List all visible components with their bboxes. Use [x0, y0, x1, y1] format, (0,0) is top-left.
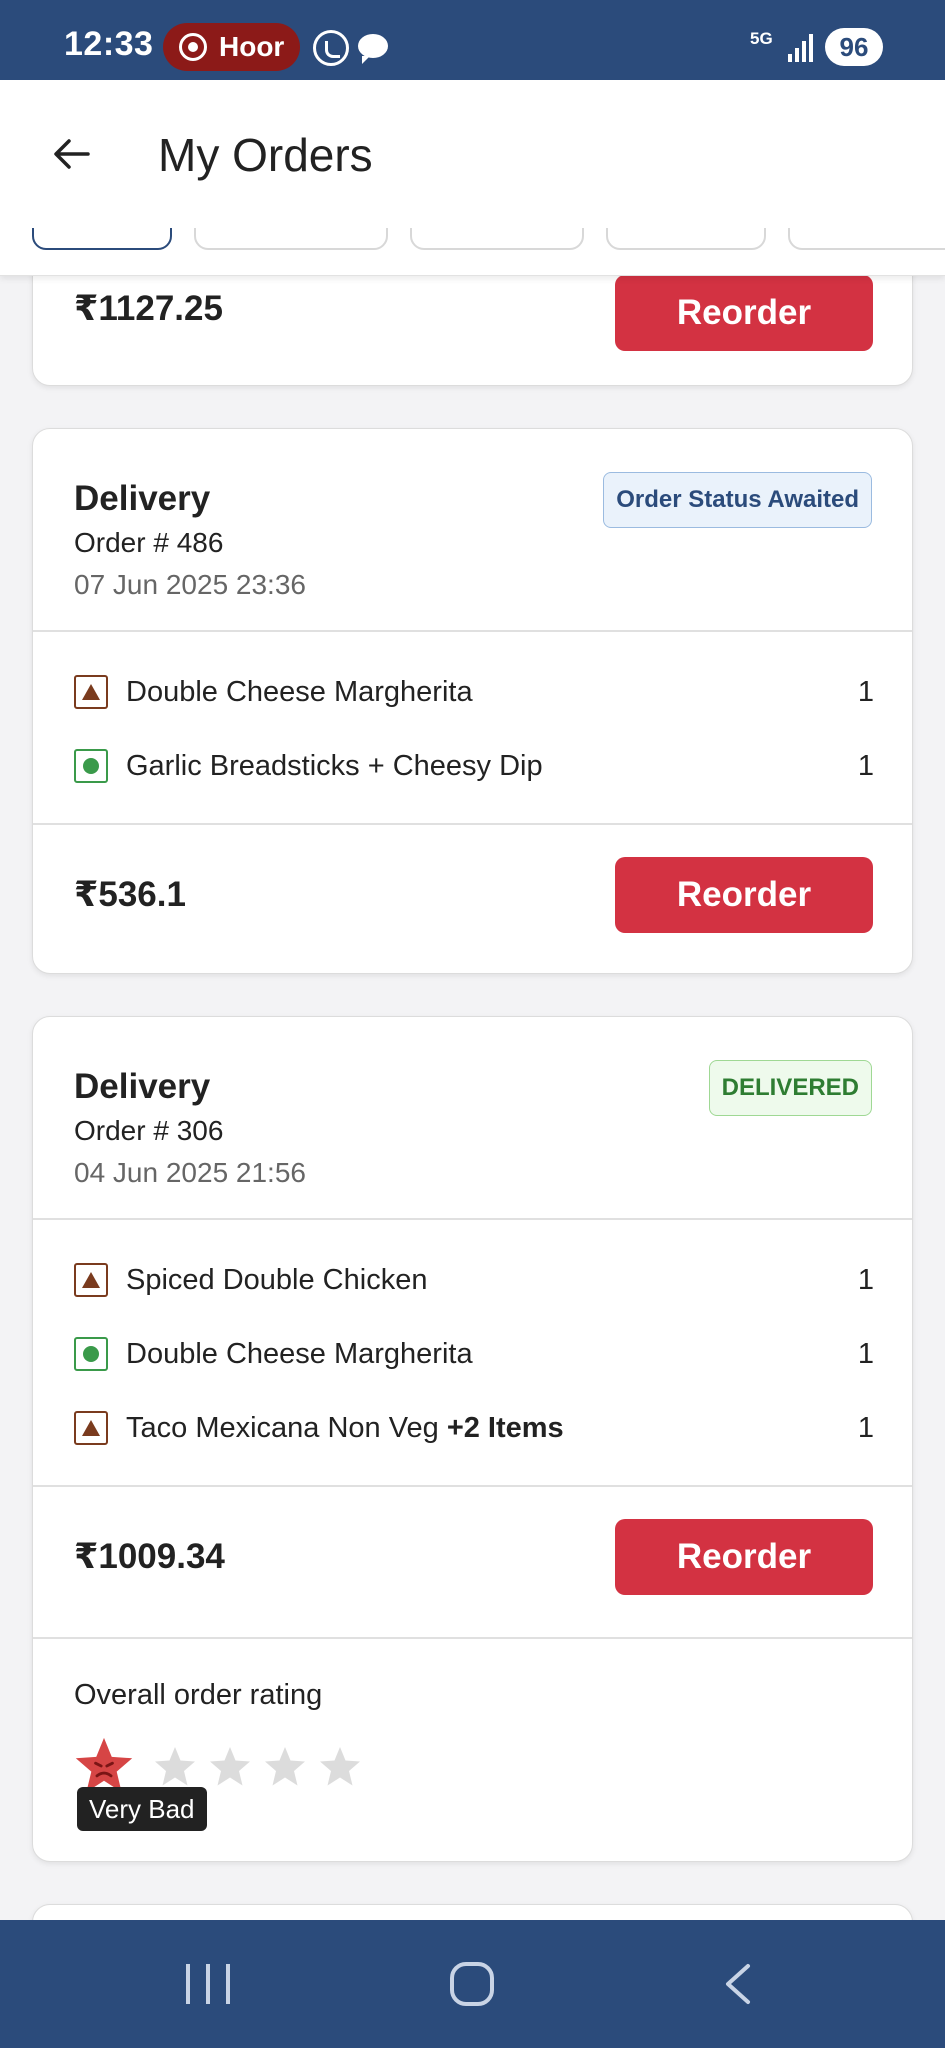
order-card: Delivery Order # 306 04 Jun 2025 21:56 D…: [32, 1016, 913, 1862]
system-nav-bar: [0, 1920, 945, 2048]
order-item: Double Cheese Margherita 1: [74, 672, 874, 712]
record-icon: [179, 33, 207, 61]
star-empty-icon[interactable]: [153, 1745, 197, 1789]
more-items-label[interactable]: +2 Items: [447, 1412, 564, 1444]
divider: [33, 1485, 912, 1487]
reorder-button[interactable]: Reorder: [615, 275, 873, 351]
chat-bubble-icon: [358, 34, 388, 64]
order-number: Order # 486: [74, 527, 224, 558]
divider: [33, 1637, 912, 1639]
item-quantity: 1: [857, 1411, 874, 1444]
veg-icon: [74, 1337, 108, 1371]
back-button[interactable]: [48, 130, 96, 178]
rating-tooltip: Very Bad: [77, 1787, 207, 1831]
divider: [33, 630, 912, 632]
veg-icon: [74, 749, 108, 783]
order-item: Spiced Double Chicken 1: [74, 1260, 874, 1300]
screen-recording-indicator[interactable]: Hoor: [163, 23, 300, 71]
non-veg-icon: [74, 675, 108, 709]
item-quantity: 1: [857, 675, 874, 708]
status-badge: DELIVERED: [708, 1060, 872, 1116]
star-empty-icon[interactable]: [208, 1745, 252, 1789]
whatsapp-icon: [313, 30, 349, 66]
home-button[interactable]: [450, 1962, 494, 2006]
item-name: Double Cheese Margherita: [126, 1337, 473, 1370]
divider: [33, 823, 912, 825]
page-title: My Orders: [158, 129, 373, 181]
recent-apps-button[interactable]: [186, 1964, 230, 2004]
order-item: Garlic Breadsticks + Cheesy Dip 1: [74, 746, 874, 786]
battery-indicator: 96: [825, 28, 883, 66]
order-number: Order # 306: [74, 1115, 224, 1146]
item-quantity: 1: [857, 1337, 874, 1370]
order-date: 04 Jun 2025 21:56: [74, 1157, 306, 1188]
chevron-left-icon: [726, 1964, 750, 2004]
status-bar: 12:33 Hoor 5G 96: [0, 0, 945, 80]
signal-icon: [788, 30, 816, 62]
item-name-text: Taco Mexicana Non Veg: [126, 1411, 439, 1444]
non-veg-icon: [74, 1411, 108, 1445]
filter-tab-active[interactable]: [32, 228, 172, 250]
status-badge: Order Status Awaited: [603, 472, 872, 528]
order-total: ₹1127.25: [74, 289, 223, 328]
filter-tabs: [0, 228, 945, 276]
status-time: 12:33: [64, 25, 154, 63]
reorder-button[interactable]: Reorder: [615, 857, 873, 933]
order-card: Delivery Order # 486 07 Jun 2025 23:36 O…: [32, 428, 913, 974]
non-veg-icon: [74, 1263, 108, 1297]
star-empty-icon[interactable]: [263, 1745, 307, 1789]
order-item: Double Cheese Margherita 1: [74, 1334, 874, 1374]
item-name: Spiced Double Chicken: [126, 1263, 428, 1296]
recording-label: Hoor: [219, 31, 285, 62]
rating-label: Overall order rating: [74, 1679, 323, 1711]
filter-tab[interactable]: [410, 228, 584, 250]
filter-tab[interactable]: [606, 228, 766, 250]
item-quantity: 1: [857, 749, 874, 782]
item-name: Taco Mexicana Non Veg +2 Items: [126, 1412, 564, 1445]
star-empty-icon[interactable]: [318, 1745, 362, 1789]
item-quantity: 1: [857, 1263, 874, 1296]
order-item: Taco Mexicana Non Veg +2 Items 1: [74, 1408, 874, 1448]
filter-tab[interactable]: [788, 228, 945, 250]
item-name: Double Cheese Margherita: [126, 675, 473, 708]
divider: [33, 1218, 912, 1220]
arrow-left-icon: [54, 139, 90, 169]
back-nav-button[interactable]: [718, 1960, 758, 2008]
order-total: ₹1009.34: [74, 1537, 225, 1576]
reorder-button[interactable]: Reorder: [615, 1519, 873, 1595]
order-total: ₹536.1: [74, 875, 186, 914]
item-name: Garlic Breadsticks + Cheesy Dip: [126, 749, 543, 782]
order-date: 07 Jun 2025 23:36: [74, 569, 306, 600]
order-type: Delivery: [74, 1067, 211, 1106]
network-5g-icon: 5G: [750, 29, 773, 48]
filter-tab[interactable]: [194, 228, 388, 250]
app-header: My Orders: [0, 80, 945, 228]
order-type: Delivery: [74, 479, 211, 518]
